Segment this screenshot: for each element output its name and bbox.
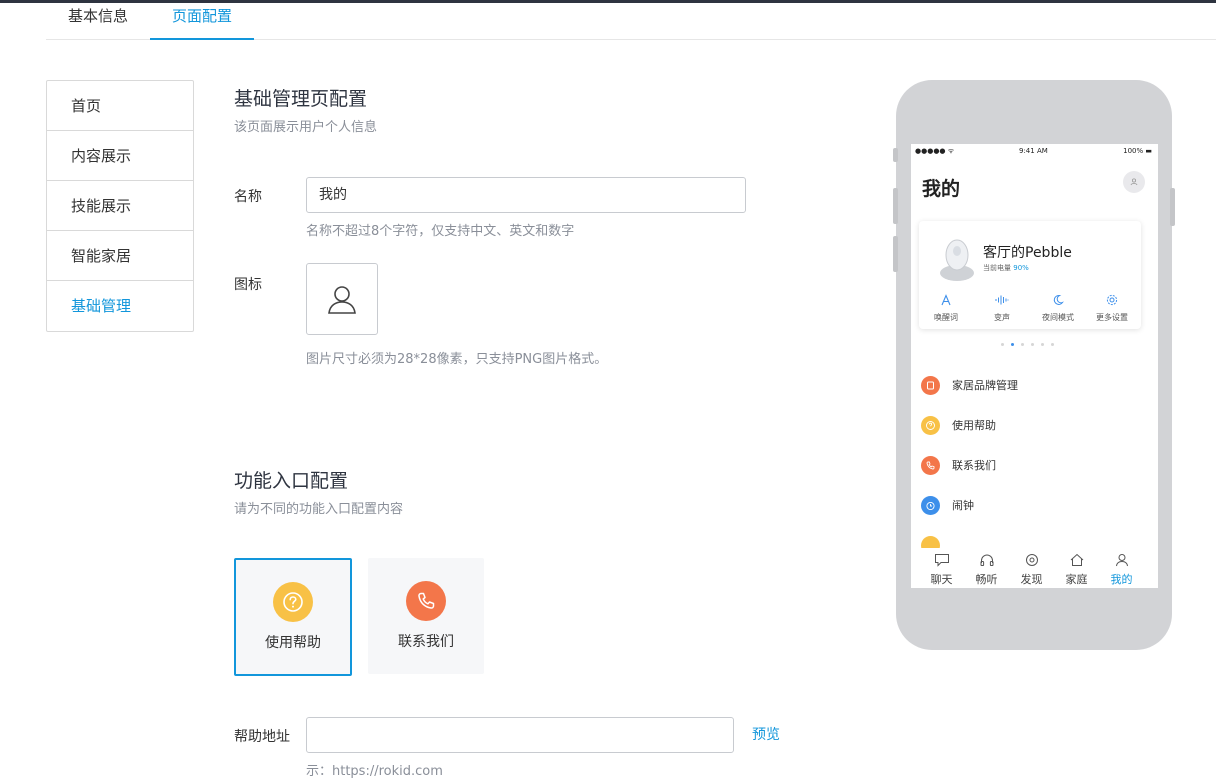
phone-side-button — [893, 188, 898, 224]
phone-tab-mine[interactable]: 我的 — [1099, 552, 1144, 587]
action-night-mode[interactable]: 夜间模式 — [1031, 291, 1085, 323]
phone-tab-listen[interactable]: 畅听 — [964, 552, 1009, 587]
phone-icon — [921, 455, 940, 475]
tab-basic-info[interactable]: 基本信息 — [46, 3, 150, 40]
phone-tab-discover[interactable]: 发现 — [1009, 552, 1054, 587]
phone-side-button — [893, 236, 898, 272]
waveform-icon — [995, 295, 1009, 305]
help-url-input[interactable] — [306, 717, 734, 753]
moon-icon — [1053, 294, 1064, 305]
icon-label: 图标 — [234, 277, 262, 293]
menu-item-contact[interactable]: 联系我们 — [921, 454, 996, 476]
side-item-skills[interactable]: 技能展示 — [47, 181, 193, 231]
headphones-icon — [980, 554, 993, 566]
brand-icon — [921, 375, 940, 395]
device-card[interactable]: 客厅的Pebble 当前电量 90% 唤醒词 变声 夜间模式 更多设置 — [919, 221, 1141, 329]
discover-icon — [1025, 554, 1038, 566]
action-more-settings[interactable]: 更多设置 — [1085, 291, 1139, 323]
side-item-basic-manage[interactable]: 基础管理 — [47, 281, 193, 331]
phone-side-button — [1170, 188, 1175, 226]
menu-item-help[interactable]: 使用帮助 — [921, 414, 996, 436]
preview-link[interactable]: 预览 — [752, 724, 780, 744]
alarm-clock-icon — [921, 495, 940, 515]
speaker-icon — [940, 239, 974, 281]
side-item-content[interactable]: 内容展示 — [47, 131, 193, 181]
side-item-smart-home[interactable]: 智能家居 — [47, 231, 193, 281]
avatar — [1123, 171, 1145, 193]
question-circle-icon — [273, 582, 313, 622]
phone-tab-family[interactable]: 家庭 — [1054, 552, 1099, 587]
action-voice-change[interactable]: 变声 — [975, 291, 1029, 323]
help-url-hint: 示：https://rokid.com — [306, 764, 443, 778]
phone-icon — [406, 581, 446, 621]
page-tabs: 基本信息 页面配置 — [46, 3, 1216, 40]
status-bar: ●●●●● ᯤ 9:41 AM 100% ▬ — [911, 144, 1158, 158]
letter-a-icon — [941, 294, 951, 306]
user-icon — [1115, 554, 1128, 567]
question-circle-icon — [921, 415, 940, 435]
icon-hint: 图片尺寸必须为28*28像素，只支持PNG图片格式。 — [306, 352, 608, 367]
menu-item-alarm[interactable]: 闹钟 — [921, 494, 974, 516]
device-name: 客厅的Pebble — [983, 245, 1072, 261]
phone-page-title: 我的 — [922, 178, 961, 200]
icon-upload[interactable] — [306, 263, 378, 335]
home-icon — [1070, 553, 1083, 566]
side-item-home[interactable]: 首页 — [47, 81, 193, 131]
signal-indicator: ●●●●● ᯤ — [915, 147, 955, 155]
side-menu: 首页 内容展示 技能展示 智能家居 基础管理 — [46, 80, 194, 332]
user-icon — [328, 286, 356, 314]
section-title-basic: 基础管理页配置 — [234, 88, 368, 110]
menu-item-brand-manage[interactable]: 家居品牌管理 — [921, 374, 1018, 396]
chat-bubble-icon — [934, 554, 949, 567]
device-battery: 当前电量 90% — [983, 264, 1029, 272]
tab-page-config[interactable]: 页面配置 — [150, 3, 254, 40]
help-url-label: 帮助地址 — [234, 729, 290, 745]
section-title-entry: 功能入口配置 — [234, 470, 349, 492]
entry-card-label: 使用帮助 — [265, 635, 321, 651]
name-input[interactable]: 我的 — [306, 177, 746, 213]
status-time: 9:41 AM — [1019, 147, 1048, 155]
entry-card-contact[interactable]: 联系我们 — [368, 558, 484, 674]
phone-tabbar: 聊天 畅听 发现 家庭 我的 — [911, 548, 1158, 588]
battery-indicator: 100% ▬ — [1123, 147, 1152, 155]
entry-card-help[interactable]: 使用帮助 — [234, 558, 352, 676]
phone-tab-chat[interactable]: 聊天 — [919, 552, 964, 587]
name-hint: 名称不超过8个字符，仅支持中文、英文和数字 — [306, 224, 575, 239]
section-desc-entry: 请为不同的功能入口配置内容 — [234, 502, 404, 517]
phone-side-button — [893, 148, 898, 162]
action-wake-word[interactable]: 唤醒词 — [919, 291, 973, 323]
section-desc-basic: 该页面展示用户个人信息 — [234, 120, 378, 135]
entry-card-label: 联系我们 — [398, 634, 454, 650]
gear-icon — [1106, 294, 1118, 306]
phone-screen: ●●●●● ᯤ 9:41 AM 100% ▬ 我的 客厅的Pebble 当前电量… — [911, 144, 1158, 588]
name-label: 名称 — [234, 189, 262, 205]
